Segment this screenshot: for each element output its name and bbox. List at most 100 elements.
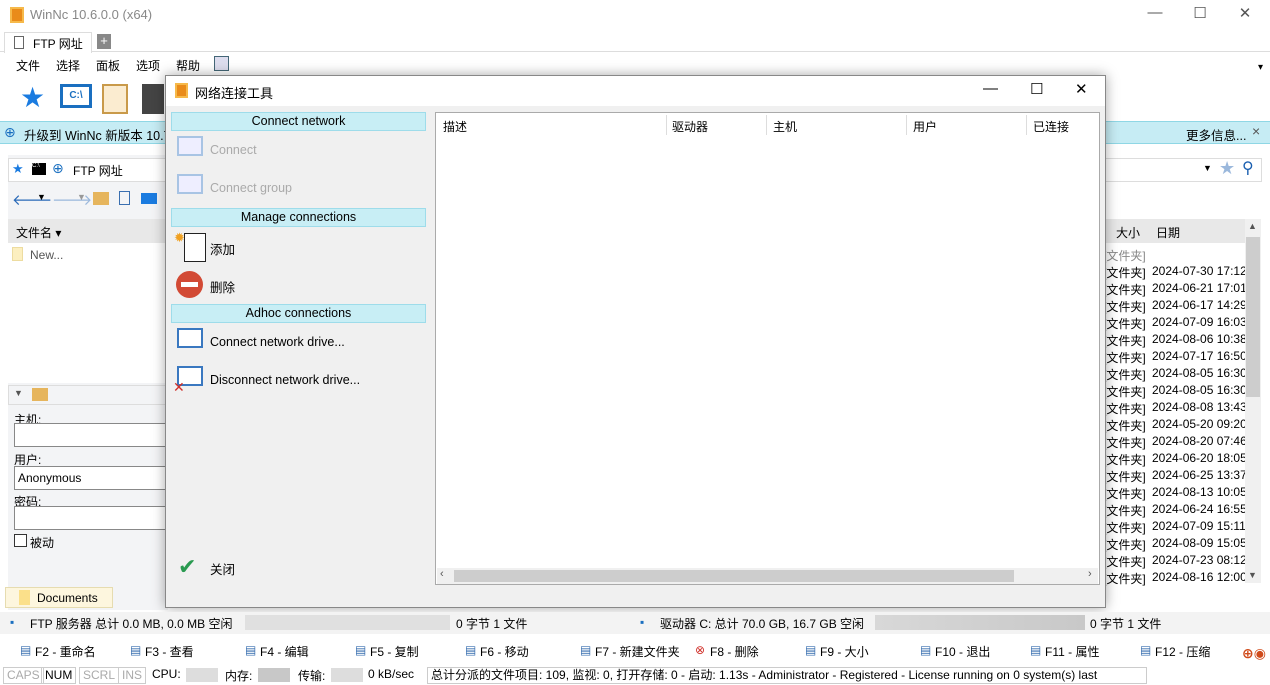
close-infobar-button[interactable]: × bbox=[1252, 123, 1260, 139]
search-icon[interactable]: ⚲ bbox=[1242, 158, 1254, 178]
file-row[interactable]: [文件夹] 2024-05-20 09:20 bbox=[1103, 417, 1247, 434]
menu-panel[interactable]: 面板 bbox=[96, 57, 120, 74]
bookmark-label: Documents bbox=[37, 591, 98, 605]
left-space-bar bbox=[245, 615, 450, 630]
maximize-button[interactable]: ☐ bbox=[1185, 4, 1215, 26]
password-input[interactable] bbox=[14, 506, 174, 530]
menu-help[interactable]: 帮助 bbox=[176, 57, 200, 74]
hscroll-thumb[interactable] bbox=[454, 570, 1014, 582]
help-window-icon[interactable] bbox=[214, 56, 229, 71]
scroll-left-icon[interactable]: ‹ bbox=[440, 568, 444, 580]
tab-bar bbox=[0, 30, 1270, 52]
file-row[interactable]: [文件夹] 2024-06-21 17:01 bbox=[1103, 281, 1247, 298]
more-info-link[interactable]: 更多信息... bbox=[1186, 125, 1246, 144]
passive-checkbox[interactable] bbox=[14, 534, 27, 547]
file-row[interactable]: [文件夹] 2024-07-09 15:11 bbox=[1103, 519, 1246, 536]
column-connected[interactable]: 已连接 bbox=[1033, 118, 1069, 135]
fkey-copy[interactable]: F5 - 复制 bbox=[370, 643, 419, 660]
scroll-up-icon[interactable]: ▲ bbox=[1248, 221, 1257, 231]
fkey-exit[interactable]: F10 - 退出 bbox=[935, 643, 990, 660]
file-row[interactable]: [文件夹] bbox=[1103, 247, 1243, 264]
menu-file[interactable]: 文件 bbox=[16, 57, 40, 74]
favorite-star-icon[interactable]: ★ bbox=[1219, 158, 1235, 179]
fkey-properties[interactable]: F11 - 属性 bbox=[1045, 643, 1099, 660]
user-input[interactable]: Anonymous bbox=[14, 466, 174, 490]
add-tab-button[interactable]: + bbox=[97, 34, 111, 49]
binoculars-icon[interactable] bbox=[142, 84, 164, 114]
file-row[interactable]: [文件夹] 2024-07-09 16:03 bbox=[1103, 315, 1247, 332]
scroll-right-icon[interactable]: › bbox=[1088, 568, 1092, 580]
rename-icon: ▤ bbox=[20, 643, 32, 657]
column-drive[interactable]: 驱动器 bbox=[672, 118, 708, 135]
address-dropdown-icon[interactable]: ▼ bbox=[1203, 163, 1212, 173]
connect-drive-action[interactable]: Connect network drive... bbox=[210, 335, 345, 349]
document-icon[interactable] bbox=[119, 191, 130, 205]
close-dialog-button[interactable]: 关闭 bbox=[210, 559, 235, 578]
minimize-button[interactable]: — bbox=[1140, 4, 1170, 26]
file-row[interactable]: [文件夹] 2024-08-06 10:38 bbox=[1103, 332, 1247, 349]
file-row[interactable]: [文件夹] 2024-07-23 08:12 bbox=[1103, 553, 1247, 570]
collapse-icon[interactable]: ▼ bbox=[14, 388, 23, 398]
scroll-down-icon[interactable]: ▼ bbox=[1248, 570, 1257, 580]
column-host[interactable]: 主机 bbox=[773, 118, 797, 135]
favorites-star-icon[interactable]: ★ bbox=[20, 84, 52, 114]
back-dropdown-icon[interactable]: ▼ bbox=[37, 192, 46, 202]
menu-options[interactable]: 选项 bbox=[136, 57, 160, 74]
left-address-text: FTP 网址 bbox=[73, 164, 123, 178]
info-status: 总计分派的文件项目: 109, 监视: 0, 打开存储: 0 - 启动: 1.1… bbox=[427, 667, 1147, 684]
file-row[interactable]: [文件夹] 2024-08-20 07:46 bbox=[1103, 434, 1247, 451]
folder-icon bbox=[12, 247, 23, 261]
file-row[interactable]: [文件夹] 2024-08-09 15:05 bbox=[1103, 536, 1247, 553]
file-row[interactable]: [文件夹] 2024-08-08 13:43 bbox=[1103, 400, 1247, 417]
new-item[interactable]: New... bbox=[30, 248, 63, 262]
command-prompt-icon[interactable]: C:\ bbox=[60, 84, 92, 108]
dialog-maximize-button[interactable]: ☐ bbox=[1030, 80, 1043, 98]
column-filename[interactable]: 文件名 ▾ bbox=[16, 224, 61, 241]
column-description[interactable]: 描述 bbox=[443, 118, 467, 135]
connect-group-action[interactable]: Connect group bbox=[210, 181, 292, 195]
parent-folder-icon[interactable] bbox=[93, 192, 109, 205]
host-input[interactable] bbox=[14, 423, 174, 447]
fkey-size[interactable]: F9 - 大小 bbox=[820, 643, 869, 660]
connect-action[interactable]: Connect bbox=[210, 143, 257, 157]
fkey-view[interactable]: F3 - 查看 bbox=[145, 643, 194, 660]
memory-label: 内存: bbox=[225, 669, 253, 683]
column-size[interactable]: 大小 bbox=[1116, 224, 1140, 241]
column-user[interactable]: 用户 bbox=[913, 118, 937, 135]
disconnect-drive-action[interactable]: Disconnect network drive... bbox=[210, 373, 360, 387]
file-row[interactable]: [文件夹] 2024-06-17 14:29 bbox=[1103, 298, 1247, 315]
delete-action[interactable]: 删除 bbox=[210, 277, 235, 296]
file-row[interactable]: [文件夹] 2024-07-17 16:50 bbox=[1103, 349, 1247, 366]
dialog-close-button[interactable]: ✕ bbox=[1075, 80, 1088, 98]
forward-arrow-icon[interactable]: 🡒 bbox=[52, 190, 92, 209]
toolbar-overflow-icon[interactable]: ▾ bbox=[1258, 62, 1263, 73]
file-row[interactable]: [文件夹] 2024-06-20 18:05 bbox=[1103, 451, 1247, 468]
desktop-icon[interactable] bbox=[141, 193, 157, 204]
fkey-edit[interactable]: F4 - 编辑 bbox=[260, 643, 309, 660]
close-button[interactable]: ✕ bbox=[1230, 4, 1260, 26]
back-arrow-icon[interactable]: 🡐 bbox=[12, 190, 52, 209]
add-action[interactable]: 添加 bbox=[210, 239, 235, 258]
upgrade-text[interactable]: 升级到 WinNc 新版本 10.7 bbox=[24, 125, 171, 144]
forward-dropdown-icon[interactable]: ▼ bbox=[77, 192, 86, 202]
fkey-delete[interactable]: F8 - 删除 bbox=[710, 643, 759, 660]
column-date[interactable]: 日期 bbox=[1156, 224, 1180, 241]
scrollbar-thumb[interactable] bbox=[1246, 237, 1260, 397]
clipboard-info-icon[interactable] bbox=[102, 84, 128, 114]
menu-select[interactable]: 选择 bbox=[56, 57, 80, 74]
file-row[interactable]: [文件夹] 2024-08-16 12:00 bbox=[1103, 570, 1247, 587]
right-address-bar[interactable] bbox=[1100, 158, 1262, 182]
dialog-minimize-button[interactable]: — bbox=[983, 80, 998, 97]
favorites-icon[interactable]: ★ bbox=[12, 161, 24, 177]
file-row[interactable]: [文件夹] 2024-06-24 16:55 bbox=[1103, 502, 1247, 519]
fkey-rename[interactable]: F2 - 重命名 bbox=[35, 643, 96, 660]
horizontal-scrollbar[interactable]: ‹ › bbox=[437, 568, 1098, 584]
file-row[interactable]: [文件夹] 2024-06-25 13:37 bbox=[1103, 468, 1247, 485]
fkey-move[interactable]: F6 - 移动 bbox=[480, 643, 529, 660]
file-row[interactable]: [文件夹] 2024-08-13 10:05 bbox=[1103, 485, 1247, 502]
fkey-new-folder[interactable]: F7 - 新建文件夹 bbox=[595, 643, 680, 660]
file-row[interactable]: [文件夹] 2024-08-05 16:30 bbox=[1103, 383, 1247, 400]
file-row[interactable]: [文件夹] 2024-08-05 16:30 bbox=[1103, 366, 1247, 383]
file-row[interactable]: [文件夹] 2024-07-30 17:12 bbox=[1103, 264, 1247, 281]
cmd-icon[interactable]: C:\ bbox=[32, 163, 46, 175]
